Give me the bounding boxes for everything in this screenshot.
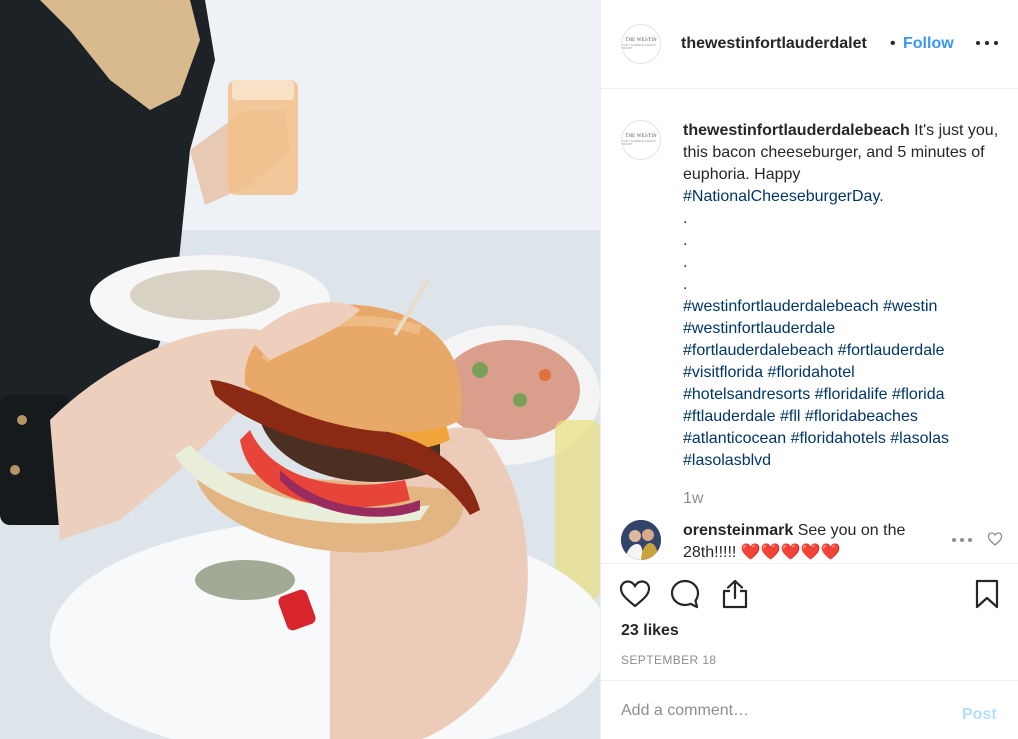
comment-icon[interactable] (669, 578, 701, 610)
caption-avatar[interactable]: THE WESTIN FORT LAUDERDALE BEACH RESORT (621, 120, 661, 160)
hashtag-link[interactable]: #westinfortlauderdalebeach (683, 298, 879, 315)
caption-dot: . (683, 232, 688, 249)
commenter-photo (621, 520, 661, 560)
hashtag-link[interactable]: #ftlauderdale (683, 408, 776, 425)
comment-input[interactable] (621, 699, 941, 723)
hashtag-link[interactable]: #fll (780, 408, 800, 425)
commenter-avatar[interactable] (621, 520, 661, 560)
hashtag-link[interactable]: #florida (892, 386, 944, 403)
header-username-link[interactable]: thewestinfortlauderdalet (681, 35, 886, 53)
hashtag-link[interactable]: #floridahotel (767, 364, 854, 381)
likes-count[interactable]: 23 likes (621, 622, 679, 640)
bookmark-icon[interactable] (971, 578, 1003, 610)
header-separator: • (890, 35, 896, 52)
post-comment-button[interactable]: Post (962, 706, 997, 724)
hashtag-link[interactable]: #atlanticocean (683, 430, 786, 447)
hashtag-link[interactable]: #fortlauderdale (838, 342, 945, 359)
avatar-logo-text: THE WESTIN (625, 38, 657, 43)
post-photo (0, 0, 600, 739)
heart-icon[interactable] (619, 578, 651, 610)
comment-heart-icon[interactable] (987, 531, 1003, 547)
comment-more-icon[interactable] (952, 537, 972, 543)
more-options-icon[interactable] (976, 35, 998, 51)
hashtag-link[interactable]: #lasolas (890, 430, 949, 447)
add-comment-bar: Post (601, 680, 1018, 739)
comments-list[interactable]: THE WESTIN FORT LAUDERDALE BEACH RESORT … (601, 90, 1018, 562)
post-date[interactable]: SEPTEMBER 18 (621, 653, 717, 667)
hashtag-link[interactable]: #floridahotels (791, 430, 886, 447)
caption-dot: . (683, 276, 688, 293)
post-caption: thewestinfortlauderdalebeach It's just y… (683, 120, 1001, 472)
caption-username-link[interactable]: thewestinfortlauderdalebeach (683, 122, 910, 139)
hashtag-link[interactable]: #hotelsandresorts (683, 386, 810, 403)
hashtag-link[interactable]: #fortlauderdalebeach (683, 342, 833, 359)
hashtag-link[interactable]: #visitflorida (683, 364, 763, 381)
caption-dot: . (683, 210, 688, 227)
caption-dot: . (683, 254, 688, 271)
avatar-logo-text: THE WESTIN (625, 134, 657, 139)
comment-item: orensteinmark See you on the 28th!!!!! ❤… (683, 520, 953, 562)
share-icon[interactable] (719, 578, 751, 610)
hashtag-link[interactable]: #westin (883, 298, 937, 315)
post-details-panel: THE WESTIN FORT LAUDERDALE BEACH RESORT … (600, 0, 1018, 739)
hashtag-link[interactable]: #westinfortlauderdale (683, 320, 835, 337)
hashtag-link[interactable]: #floridalife (815, 386, 888, 403)
burger-photo-illustration (0, 0, 600, 739)
avatar-logo-subtext: FORT LAUDERDALE BEACH RESORT (622, 140, 656, 146)
comment-username-link[interactable]: orensteinmark (683, 522, 793, 539)
caption-time-ago[interactable]: 1w (683, 490, 703, 508)
caption-period: . (879, 188, 884, 205)
hashtag-link[interactable]: #NationalCheeseburgerDay (683, 188, 879, 205)
follow-button[interactable]: Follow (903, 35, 954, 53)
avatar-logo-subtext: FORT LAUDERDALE BEACH RESORT (622, 44, 656, 50)
hashtag-link[interactable]: #lasolasblvd (683, 452, 771, 469)
post-actions: 23 likes SEPTEMBER 18 (601, 563, 1018, 680)
post-header: THE WESTIN FORT LAUDERDALE BEACH RESORT … (601, 0, 1018, 89)
hashtag-link[interactable]: #floridabeaches (805, 408, 918, 425)
account-avatar[interactable]: THE WESTIN FORT LAUDERDALE BEACH RESORT (621, 24, 661, 64)
